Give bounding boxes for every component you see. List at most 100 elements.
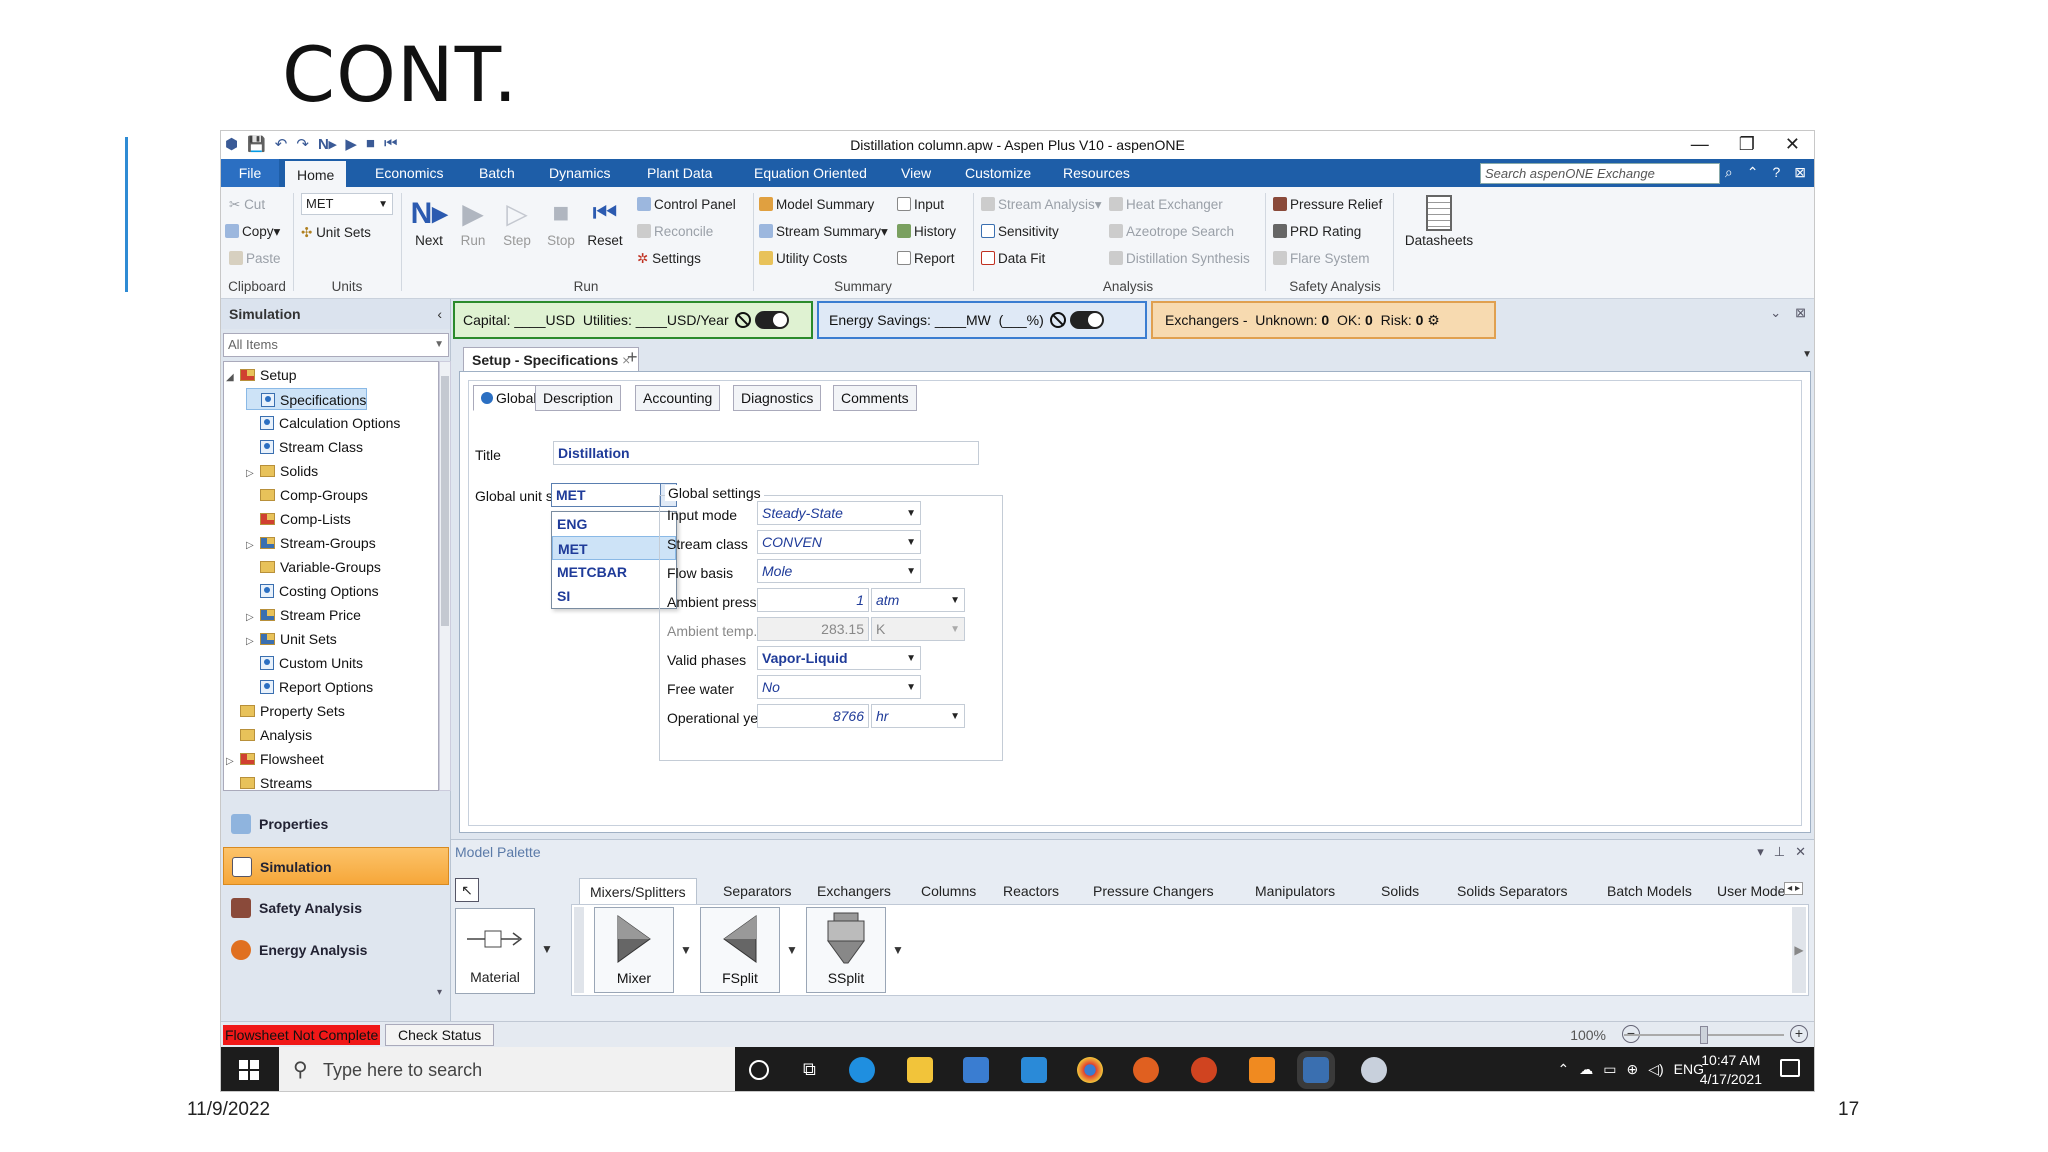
nav-tree-item[interactable]: ▷ Stream Price: [246, 604, 361, 626]
pressure-relief-button[interactable]: Pressure Relief: [1273, 197, 1382, 212]
cut-button[interactable]: ✂ Cut: [229, 197, 265, 213]
collapsed-arrow-icon[interactable]: ▷: [246, 631, 260, 653]
nav-tree-item[interactable]: Variable-Groups: [246, 556, 381, 578]
tab-file[interactable]: File: [221, 159, 279, 187]
zoom-slider-thumb[interactable]: [1700, 1026, 1708, 1044]
add-tab-icon[interactable]: +: [627, 347, 638, 368]
gear-icon[interactable]: ⚙: [1427, 312, 1440, 328]
scroll-left-icon[interactable]: [574, 907, 584, 993]
firefox-icon[interactable]: [1133, 1057, 1159, 1083]
windows-start-icon[interactable]: [239, 1060, 259, 1080]
tree-scrollbar[interactable]: [439, 361, 451, 791]
mixer-model[interactable]: Mixer: [594, 907, 674, 993]
chrome-icon[interactable]: [1077, 1057, 1103, 1083]
ambient-temp-unit-select[interactable]: K ▼: [871, 617, 965, 641]
unit-option-eng[interactable]: ENG: [552, 512, 676, 536]
settings-button[interactable]: ✲ Settings: [637, 251, 701, 267]
history-button[interactable]: History: [897, 224, 956, 239]
azeotrope-search-button[interactable]: Azeotrope Search: [1109, 224, 1234, 239]
close-icon[interactable]: ⊠: [1794, 164, 1806, 181]
ambient-temp-input[interactable]: 283.15: [757, 617, 869, 641]
collapsed-arrow-icon[interactable]: ▷: [246, 463, 260, 485]
aspen-plus-icon[interactable]: [1297, 1051, 1335, 1089]
copy-button[interactable]: Copy▾: [225, 224, 280, 240]
nav-tree-item[interactable]: Analysis: [226, 724, 312, 746]
nav-filter-select[interactable]: All Items ▼: [223, 333, 449, 357]
economics-toggle[interactable]: [754, 311, 789, 329]
input-button[interactable]: Input: [897, 197, 944, 212]
palette-tab-solids-separators[interactable]: Solids Separators: [1447, 878, 1578, 904]
stream-analysis-button[interactable]: Stream Analysis▾: [981, 197, 1102, 213]
heat-exchanger-button[interactable]: Heat Exchanger: [1109, 197, 1223, 212]
ssplit-dropdown-icon[interactable]: ▼: [892, 943, 904, 957]
distillation-synthesis-button[interactable]: Distillation Synthesis: [1109, 251, 1250, 266]
tab-batch[interactable]: Batch: [467, 159, 527, 187]
nav-tree-item[interactable]: Report Options: [246, 676, 373, 698]
nav-tree-item[interactable]: ▷ Stream-Groups: [246, 532, 376, 554]
palette-tab-manipulators[interactable]: Manipulators: [1245, 878, 1345, 904]
ambient-pressure-input[interactable]: 1: [757, 588, 869, 612]
ssplit-model[interactable]: SSplit: [806, 907, 886, 993]
palette-tab-user-models[interactable]: User Mode: [1707, 878, 1795, 904]
nav-tree-item[interactable]: ▷ Unit Sets: [246, 628, 337, 650]
control-panel-button[interactable]: Control Panel: [637, 197, 736, 212]
palette-tab-mixers-splitters[interactable]: Mixers/Splitters: [579, 878, 697, 904]
form-tab-description[interactable]: Description: [535, 385, 622, 411]
energy-toggle[interactable]: [1069, 311, 1104, 329]
palette-tab-separators[interactable]: Separators: [713, 878, 801, 904]
search-icon[interactable]: ⌕: [1725, 164, 1733, 181]
edge-icon[interactable]: [849, 1057, 875, 1083]
mixer-dropdown-icon[interactable]: ▼: [680, 943, 692, 957]
stream-class-select[interactable]: CONVEN ▼: [757, 530, 921, 554]
nav-section-energy-analysis[interactable]: Energy Analysis: [223, 931, 449, 969]
aspen-exchange-search[interactable]: Search aspenONE Exchange: [1480, 163, 1720, 184]
stop-button[interactable]: ■ Stop: [539, 193, 583, 248]
expanded-arrow-icon[interactable]: ◢: [226, 367, 240, 389]
close-icon[interactable]: ✕: [1785, 134, 1800, 155]
paste-button[interactable]: Paste: [229, 251, 281, 266]
nav-tree-item[interactable]: Costing Options: [246, 580, 379, 602]
tab-dynamics[interactable]: Dynamics: [537, 159, 622, 187]
palette-tab-columns[interactable]: Columns: [911, 878, 986, 904]
tab-customize[interactable]: Customize: [953, 159, 1043, 187]
mail-icon[interactable]: [1021, 1057, 1047, 1083]
operational-year-unit-select[interactable]: hr ▼: [871, 704, 965, 728]
nav-tree-item[interactable]: Comp-Groups: [246, 484, 368, 506]
close-icon[interactable]: ✕: [1795, 844, 1806, 860]
unit-option-met[interactable]: MET: [552, 536, 676, 560]
flare-system-button[interactable]: Flare System: [1273, 251, 1370, 266]
battery-icon[interactable]: ▭: [1603, 1061, 1616, 1078]
reconcile-button[interactable]: Reconcile: [637, 224, 713, 239]
chevron-down-icon[interactable]: ▾: [437, 987, 442, 998]
nav-tree-item[interactable]: Comp-Lists: [246, 508, 351, 530]
tab-setup-specifications[interactable]: Setup - Specifications ×: [463, 347, 640, 371]
cloud-icon[interactable]: ☁: [1579, 1061, 1593, 1078]
material-dropdown-icon[interactable]: ▼: [541, 942, 553, 956]
material-stream-button[interactable]: Material: [455, 908, 535, 994]
help-icon[interactable]: ?: [1772, 164, 1780, 181]
powerpoint-icon[interactable]: [1191, 1057, 1217, 1083]
pin-icon[interactable]: ⊥: [1774, 844, 1785, 860]
nav-tree-item[interactable]: ▷ Solids: [246, 460, 318, 482]
nav-section-safety-analysis[interactable]: Safety Analysis: [223, 889, 449, 927]
task-view-icon[interactable]: ⧉: [803, 1059, 816, 1080]
tab-resources[interactable]: Resources: [1051, 159, 1142, 187]
pointer-tool[interactable]: ↖: [455, 878, 479, 902]
free-water-select[interactable]: No ▼: [757, 675, 921, 699]
file-explorer-icon[interactable]: [907, 1057, 933, 1083]
nav-tree-item[interactable]: Property Sets: [226, 700, 345, 722]
tab-equation-oriented[interactable]: Equation Oriented: [742, 159, 879, 187]
chevron-down-icon[interactable]: ▼: [1802, 349, 1812, 360]
tab-scroll-arrows[interactable]: ◂ ▸: [1784, 882, 1803, 895]
form-tab-accounting[interactable]: Accounting: [635, 385, 721, 411]
nav-tree-item[interactable]: Streams: [226, 772, 312, 790]
unit-option-si[interactable]: SI: [552, 584, 676, 608]
palette-tab-pressure-changers[interactable]: Pressure Changers: [1083, 878, 1224, 904]
nav-tree-item[interactable]: Calculation Options: [246, 412, 400, 434]
chevron-down-icon[interactable]: ⌄: [1770, 305, 1781, 321]
capital-cost-banner[interactable]: Capital: ____USD Utilities: ____USD/Year: [453, 301, 813, 339]
energy-savings-banner[interactable]: Energy Savings: ____MW (___%): [817, 301, 1147, 339]
app-icon[interactable]: [1249, 1057, 1275, 1083]
palette-tab-exchangers[interactable]: Exchangers: [807, 878, 901, 904]
datasheets-button[interactable]: Datasheets: [1399, 193, 1479, 248]
